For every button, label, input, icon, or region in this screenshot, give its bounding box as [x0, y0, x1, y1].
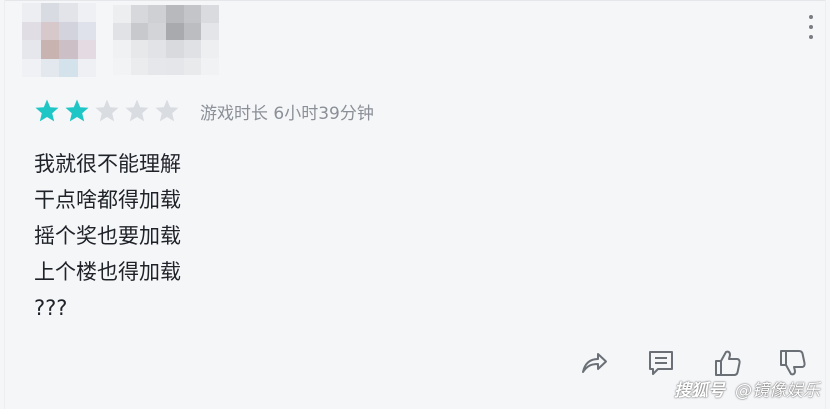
card-border [4, 0, 826, 1]
avatar[interactable] [22, 3, 96, 77]
star-empty-icon [155, 99, 179, 122]
review-line: 干点啥都得加载 [34, 188, 181, 212]
comment-icon [649, 351, 673, 375]
more-vertical-icon[interactable] [803, 15, 819, 39]
comment-button[interactable] [644, 346, 678, 380]
dislike-button[interactable] [776, 346, 810, 380]
watermark: 搜狐号 @镜像娱乐 [674, 376, 820, 401]
star-empty-icon [95, 99, 119, 122]
thumbs-up-icon [715, 350, 741, 376]
watermark-logo: 搜狐号 [674, 381, 725, 401]
star-filled-icon [35, 99, 59, 122]
star-rating [34, 98, 184, 124]
review-line: 摇个奖也要加载 [34, 224, 181, 248]
thumbs-down-icon [780, 350, 806, 376]
review-text: 我就很不能理解 干点啥都得加载 摇个奖也要加载 上个楼也得加载??? [34, 146, 181, 326]
share-button[interactable] [577, 346, 611, 380]
star-filled-icon [65, 99, 89, 122]
review-line: ??? [34, 296, 68, 320]
review-line: 我就很不能理解 [34, 152, 181, 176]
watermark-text: @镜像娱乐 [735, 381, 820, 401]
rating-row: 游戏时长 6小时39分钟 [34, 96, 374, 126]
username[interactable] [113, 5, 219, 75]
star-empty-icon [125, 99, 149, 122]
share-icon [582, 353, 607, 373]
like-button[interactable] [711, 346, 745, 380]
review-card: 游戏时长 6小时39分钟 我就很不能理解 干点啥都得加载 摇个奖也要加载 上个楼也得加… [0, 0, 830, 409]
review-line: 上个楼也得加载 [34, 260, 181, 284]
playtime-label: 游戏时长 6小时39分钟 [200, 103, 374, 124]
